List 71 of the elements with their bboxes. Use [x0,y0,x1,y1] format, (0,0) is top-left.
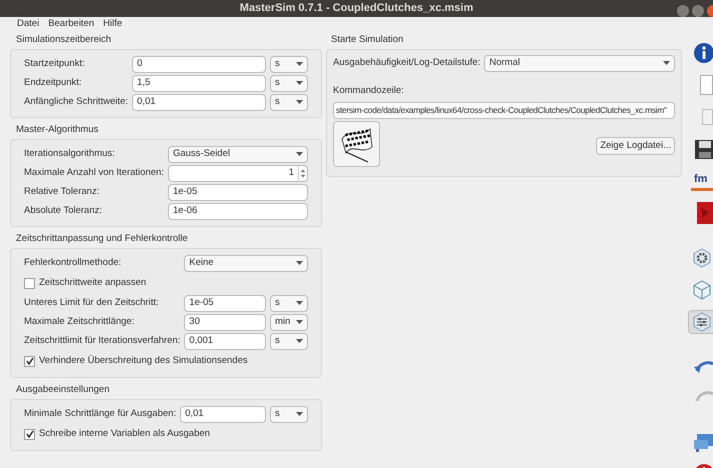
unit-dropdown[interactable]: s [270,406,308,423]
caret-icon [663,61,670,66]
caret-icon [296,320,303,324]
unit-dropdown[interactable]: s [270,56,308,73]
input-field[interactable]: 0,001 [184,332,266,350]
caret-icon [296,100,303,104]
field-label: Kommandozeile: [333,84,405,98]
field-label: Fehlerkontrollmethode: [24,256,122,270]
start-button[interactable] [333,121,380,167]
checkbox-label: Verhindere Überschreitung des Simulationsendes [39,354,248,368]
input-field[interactable]: 1e-06 [168,202,308,220]
field-label: Zeitschrittlimit für Iterationsverfahren: [24,334,182,348]
field-label: Anfängliche Schrittweite: [24,95,130,110]
field-label: Unteres Limit für den Zeitschritt: [24,296,160,310]
dropdown[interactable]: Gauss-Seidel [168,146,308,163]
checkbox[interactable] [24,428,35,440]
group-title: Zeitschrittanpassung und Fehlerkontrolle [15,232,189,246]
unit-dropdown[interactable]: min [270,314,308,331]
menu-item[interactable]: Hilfe [103,16,122,31]
field-label: Relative Toleranz: [24,185,100,200]
spin-arrows-icon [298,166,307,181]
show-logfile-button[interactable]: Zeige Logdatei... [596,137,675,155]
close-icon[interactable] [707,5,713,17]
field-label: Ausgabehäufigkeit/Log-Detailstufe: [333,56,482,70]
caret-icon [296,62,303,66]
gear-icon [691,246,713,269]
dropdown[interactable]: Normal [484,54,675,72]
caret-icon [296,261,303,266]
checkbox[interactable] [24,356,35,367]
input-field[interactable]: 1e-05 [168,184,308,201]
caret-icon [296,412,303,416]
input-field[interactable]: stersim-code/data/examples/linux64/cross-check-CoupledClutches/CoupledClutches_xc.msim" [333,102,675,119]
input-field[interactable]: 0,01 [180,406,266,423]
field-label: Endzeitpunkt: [24,76,83,90]
checkbox-label: Schreibe interne Variablen als Ausgaben [39,427,210,442]
unit-dropdown[interactable]: s [270,94,308,111]
sliders-icon [691,310,713,333]
field-label: Iterationsalgorithmus: [24,147,116,162]
document-icon [700,74,713,95]
field-label: Maximale Anzahl von Iterationen: [24,166,165,180]
input-field[interactable]: 0 [132,56,266,73]
group-title: Master-Algorithmus [15,122,100,136]
maximize-icon[interactable] [692,5,704,17]
group-title: Starte Simulation [330,32,404,46]
input-field[interactable]: 1e-05 [184,294,266,312]
caret-icon [296,152,303,156]
toolbar-button[interactable] [688,310,713,334]
unit-dropdown[interactable]: s [270,74,308,92]
group-title: Ausgabeeinstellungen [15,382,110,396]
window-title: MasterSim 0.7.1 - CoupledClutches_xc.msim [240,1,474,16]
spin-box[interactable]: 1 [168,164,308,182]
checkbox-label: Zeitschrittweite anpassen [39,276,146,290]
checkbox[interactable] [24,278,35,289]
caret-icon [296,301,303,306]
caret-icon [296,339,303,344]
input-field[interactable]: 30 [184,314,266,331]
field-label: Startzeitpunkt: [24,57,86,72]
menu-item[interactable]: Datei [17,16,40,31]
field-label: Maximale Zeitschrittlänge: [24,315,136,330]
input-field[interactable]: 0,01 [132,94,266,111]
menu-item[interactable]: Bearbeiten [48,16,94,31]
field-label: Minimale Schrittlänge für Ausgaben: [24,407,178,422]
caret-icon [296,81,303,86]
info-icon [691,42,713,64]
minimize-icon[interactable] [677,5,689,17]
unit-dropdown[interactable]: s [270,332,308,350]
dropdown[interactable]: Keine [184,254,308,272]
field-label: Absolute Toleranz: [24,204,103,218]
group-title: Simulationszeitbereich [15,32,112,46]
unit-dropdown[interactable]: s [270,294,308,312]
input-field[interactable]: 1,5 [132,74,266,92]
